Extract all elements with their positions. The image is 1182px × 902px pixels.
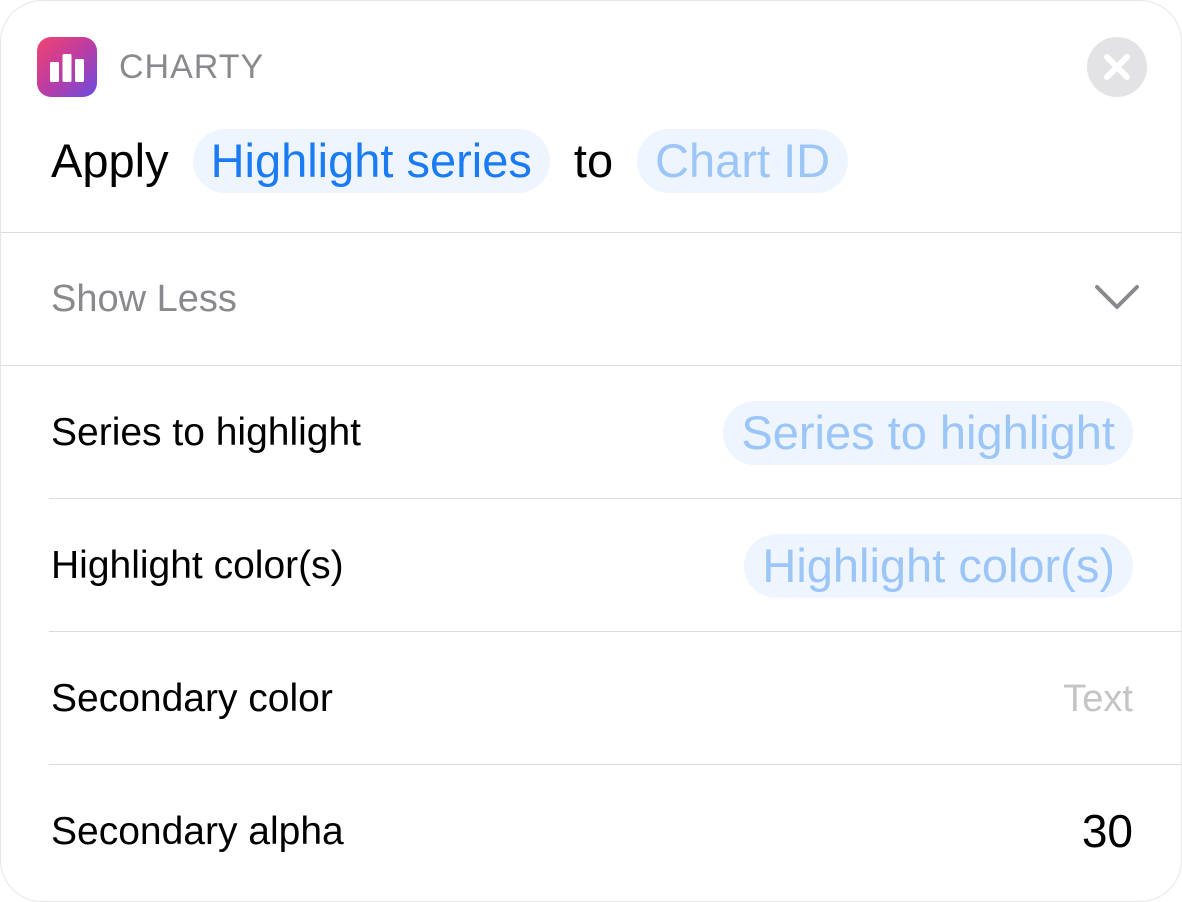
chart-id-token[interactable]: Chart ID (637, 129, 849, 193)
secondary-color-field[interactable]: Text (1063, 676, 1133, 722)
param-row-secondary-alpha: Secondary alpha 30 (1, 765, 1181, 897)
highlight-colors-field[interactable]: Highlight color(s) (744, 534, 1133, 598)
action-connector: to (573, 134, 614, 187)
secondary-alpha-field[interactable]: 30 (1082, 805, 1133, 857)
param-label: Secondary alpha (51, 810, 344, 853)
chevron-down-icon (1095, 285, 1139, 309)
show-less-label: Show Less (51, 278, 237, 320)
param-label: Series to highlight (51, 411, 362, 454)
action-card: CHARTY Apply Highlight series to Chart I… (0, 0, 1182, 902)
app-name: CHARTY (119, 48, 265, 86)
action-verb: Apply (51, 134, 169, 187)
show-less-toggle[interactable]: Show Less (1, 233, 1181, 365)
close-icon (1104, 54, 1130, 80)
operation-token[interactable]: Highlight series (192, 129, 550, 193)
param-label: Secondary color (51, 677, 333, 720)
bar-chart-icon (37, 37, 97, 97)
param-row-series-to-highlight: Series to highlight Series to highlight (1, 366, 1181, 498)
param-label: Highlight color(s) (51, 544, 344, 587)
series-to-highlight-field[interactable]: Series to highlight (723, 401, 1133, 465)
close-button[interactable] (1087, 37, 1147, 97)
action-summary: Apply Highlight series to Chart ID (51, 127, 849, 195)
param-row-highlight-colors: Highlight color(s) Highlight color(s) (1, 499, 1181, 631)
param-row-secondary-color: Secondary color Text (1, 632, 1181, 764)
action-header: CHARTY Apply Highlight series to Chart I… (1, 1, 1181, 233)
